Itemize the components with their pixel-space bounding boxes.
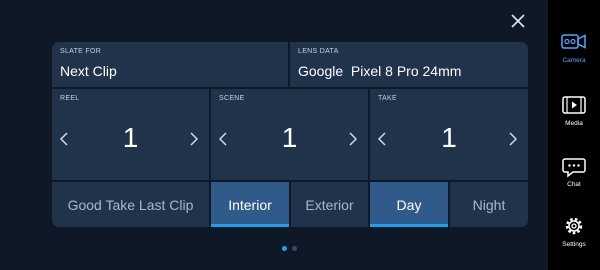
slate-screen: SLATE FOR Next Clip LENS DATA Google Pix… — [0, 0, 548, 270]
good-take-last-clip-button[interactable]: Good Take Last Clip — [52, 182, 209, 227]
close-icon — [511, 14, 525, 28]
film-icon — [562, 96, 586, 114]
page-dot-active[interactable] — [282, 246, 287, 251]
sidebar: Camera Media Chat Settings — [548, 0, 600, 270]
page-dot[interactable] — [292, 246, 297, 251]
exterior-toggle[interactable]: Exterior — [291, 182, 368, 227]
interior-selected-indicator — [211, 224, 289, 227]
night-label: Night — [472, 196, 506, 213]
sidebar-item-label: Chat — [567, 181, 581, 188]
exterior-label: Exterior — [305, 196, 354, 213]
night-toggle[interactable]: Night — [450, 182, 528, 227]
camera-icon — [561, 34, 586, 49]
sidebar-item-media[interactable]: Media — [548, 89, 600, 133]
scene-label: SCENE — [219, 95, 245, 102]
gear-icon — [565, 217, 583, 235]
scene-increment-button[interactable] — [347, 131, 359, 147]
reel-counter: REEL 1 — [52, 89, 209, 180]
take-label: TAKE — [378, 95, 397, 102]
sidebar-item-label: Camera — [562, 57, 586, 64]
sidebar-item-chat[interactable]: Chat — [548, 150, 600, 194]
sidebar-item-label: Settings — [562, 241, 586, 248]
chevron-right-icon — [349, 132, 358, 146]
day-toggle[interactable]: Day — [370, 182, 448, 227]
chevron-right-icon — [509, 132, 518, 146]
lens-data-value: Google Pixel 8 Pro 24mm — [298, 63, 462, 79]
sidebar-item-camera[interactable]: Camera — [548, 26, 600, 70]
interior-toggle[interactable]: Interior — [211, 182, 289, 227]
lens-data-field[interactable]: LENS DATA Google Pixel 8 Pro 24mm — [290, 42, 528, 87]
interior-label: Interior — [228, 196, 272, 213]
chevron-right-icon — [190, 132, 199, 146]
take-value: 1 — [441, 122, 457, 153]
day-selected-indicator — [370, 224, 448, 227]
close-button[interactable] — [508, 11, 528, 31]
reel-label: REEL — [60, 95, 80, 102]
slate-for-value: Next Clip — [60, 63, 117, 79]
day-label: Day — [396, 196, 422, 213]
chat-icon — [562, 158, 586, 178]
lens-data-label: LENS DATA — [298, 48, 339, 55]
reel-increment-button[interactable] — [188, 131, 200, 147]
sidebar-item-settings[interactable]: Settings — [548, 210, 600, 254]
good-take-label: Good Take Last Clip — [67, 196, 194, 213]
reel-value: 1 — [122, 122, 139, 153]
slate-for-label: SLATE FOR — [60, 48, 102, 55]
take-increment-button[interactable] — [507, 131, 519, 147]
take-counter: TAKE 1 — [370, 89, 528, 180]
sidebar-item-label: Media — [565, 120, 583, 127]
scene-counter: SCENE 1 — [211, 89, 368, 180]
slate-for-field[interactable]: SLATE FOR Next Clip — [52, 42, 288, 87]
scene-value: 1 — [281, 122, 298, 153]
